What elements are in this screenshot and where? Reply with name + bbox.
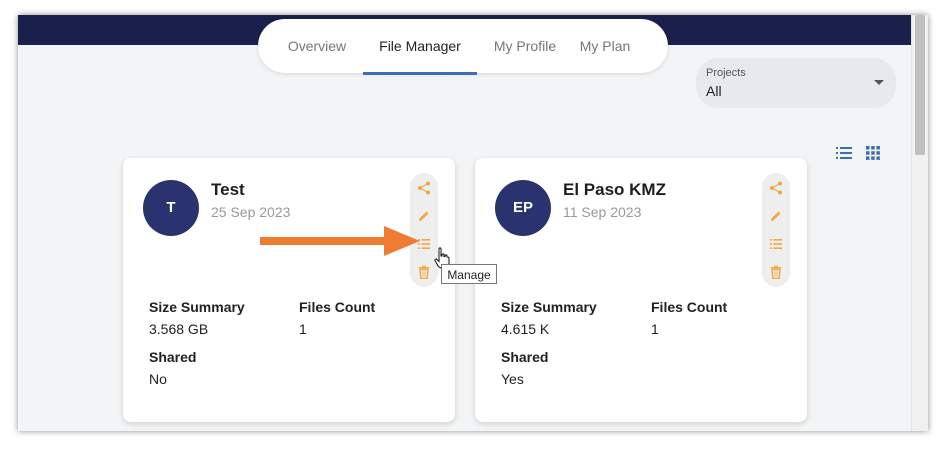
tab-file-manager[interactable]: File Manager [363, 19, 477, 75]
avatar: T [143, 180, 199, 236]
shared-label: Shared [501, 349, 549, 365]
callout-arrow-icon [260, 226, 420, 256]
share-icon[interactable] [417, 181, 431, 195]
projects-label: Projects [706, 67, 746, 79]
tab-overview[interactable]: Overview [284, 19, 350, 73]
shared-value: Yes [501, 371, 524, 387]
size-summary-label: Size Summary [149, 299, 245, 315]
card-date: 11 Sep 2023 [563, 204, 642, 220]
chevron-down-icon [874, 80, 884, 85]
projects-value: All [706, 83, 722, 99]
edit-icon[interactable] [769, 209, 783, 223]
tab-my-profile[interactable]: My Profile [488, 19, 562, 73]
nav-tabs: Overview File Manager My Profile My Plan [258, 19, 668, 75]
avatar: EP [495, 180, 551, 236]
files-count-label: Files Count [299, 299, 376, 315]
vertical-scrollbar[interactable] [911, 15, 928, 431]
project-card-test[interactable]: T Test 25 Sep 2023 Size Summary 3.568 GB… [123, 158, 455, 422]
delete-icon[interactable] [417, 265, 431, 279]
manage-tooltip: Manage [441, 264, 497, 284]
project-card-el-paso-kmz[interactable]: EP El Paso KMZ 11 Sep 2023 Size Summary [475, 158, 807, 422]
projects-select[interactable]: Projects All [696, 58, 896, 108]
shared-label: Shared [149, 349, 197, 365]
scrollbar-thumb[interactable] [915, 15, 925, 155]
edit-icon[interactable] [417, 209, 431, 223]
manage-icon[interactable] [769, 237, 783, 251]
files-count-label: Files Count [651, 299, 728, 315]
share-icon[interactable] [769, 181, 783, 195]
card-title: El Paso KMZ [563, 180, 666, 199]
tab-my-plan[interactable]: My Plan [576, 19, 634, 73]
size-summary-value: 4.615 K [501, 321, 550, 337]
card-title: Test [211, 180, 245, 199]
delete-icon[interactable] [769, 265, 783, 279]
card-actions [762, 173, 790, 287]
size-summary-label: Size Summary [501, 299, 597, 315]
files-count-value: 1 [651, 321, 659, 337]
size-summary-value: 3.568 GB [149, 321, 209, 337]
grid-view-icon[interactable] [865, 146, 881, 160]
app-window: Overview File Manager My Profile My Plan… [18, 15, 928, 431]
card-date: 25 Sep 2023 [211, 204, 291, 220]
files-count-value: 1 [299, 321, 307, 337]
shared-value: No [149, 371, 167, 387]
list-view-icon[interactable] [836, 146, 852, 160]
